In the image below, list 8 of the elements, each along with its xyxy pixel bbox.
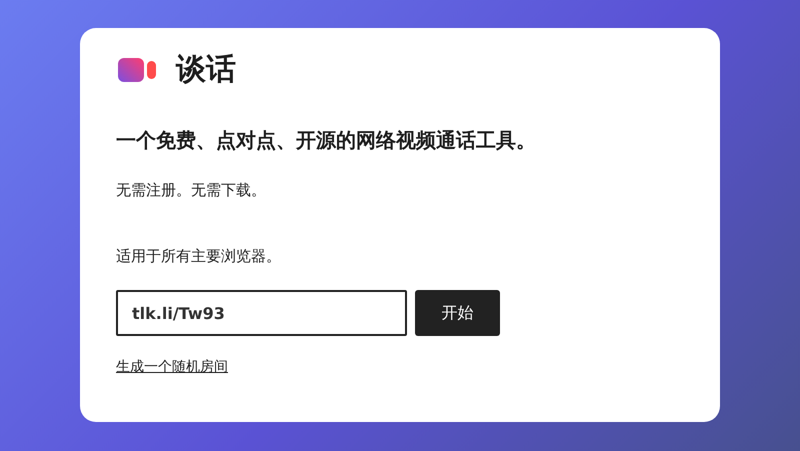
headline: 一个免费、点对点、开源的网络视频通话工具。 — [116, 127, 536, 154]
app-title: 谈话 — [176, 51, 236, 89]
note-text: 无需注册。无需下载。 — [116, 180, 266, 201]
note-text: 适用于所有主要浏览器。 — [116, 246, 281, 267]
video-camera-icon — [118, 58, 156, 82]
room-input-field[interactable]: tlk.li/Tw93 — [116, 290, 407, 336]
random-room-link[interactable]: 生成一个随机房间 — [116, 358, 228, 376]
start-button[interactable]: 开始 — [415, 290, 500, 336]
